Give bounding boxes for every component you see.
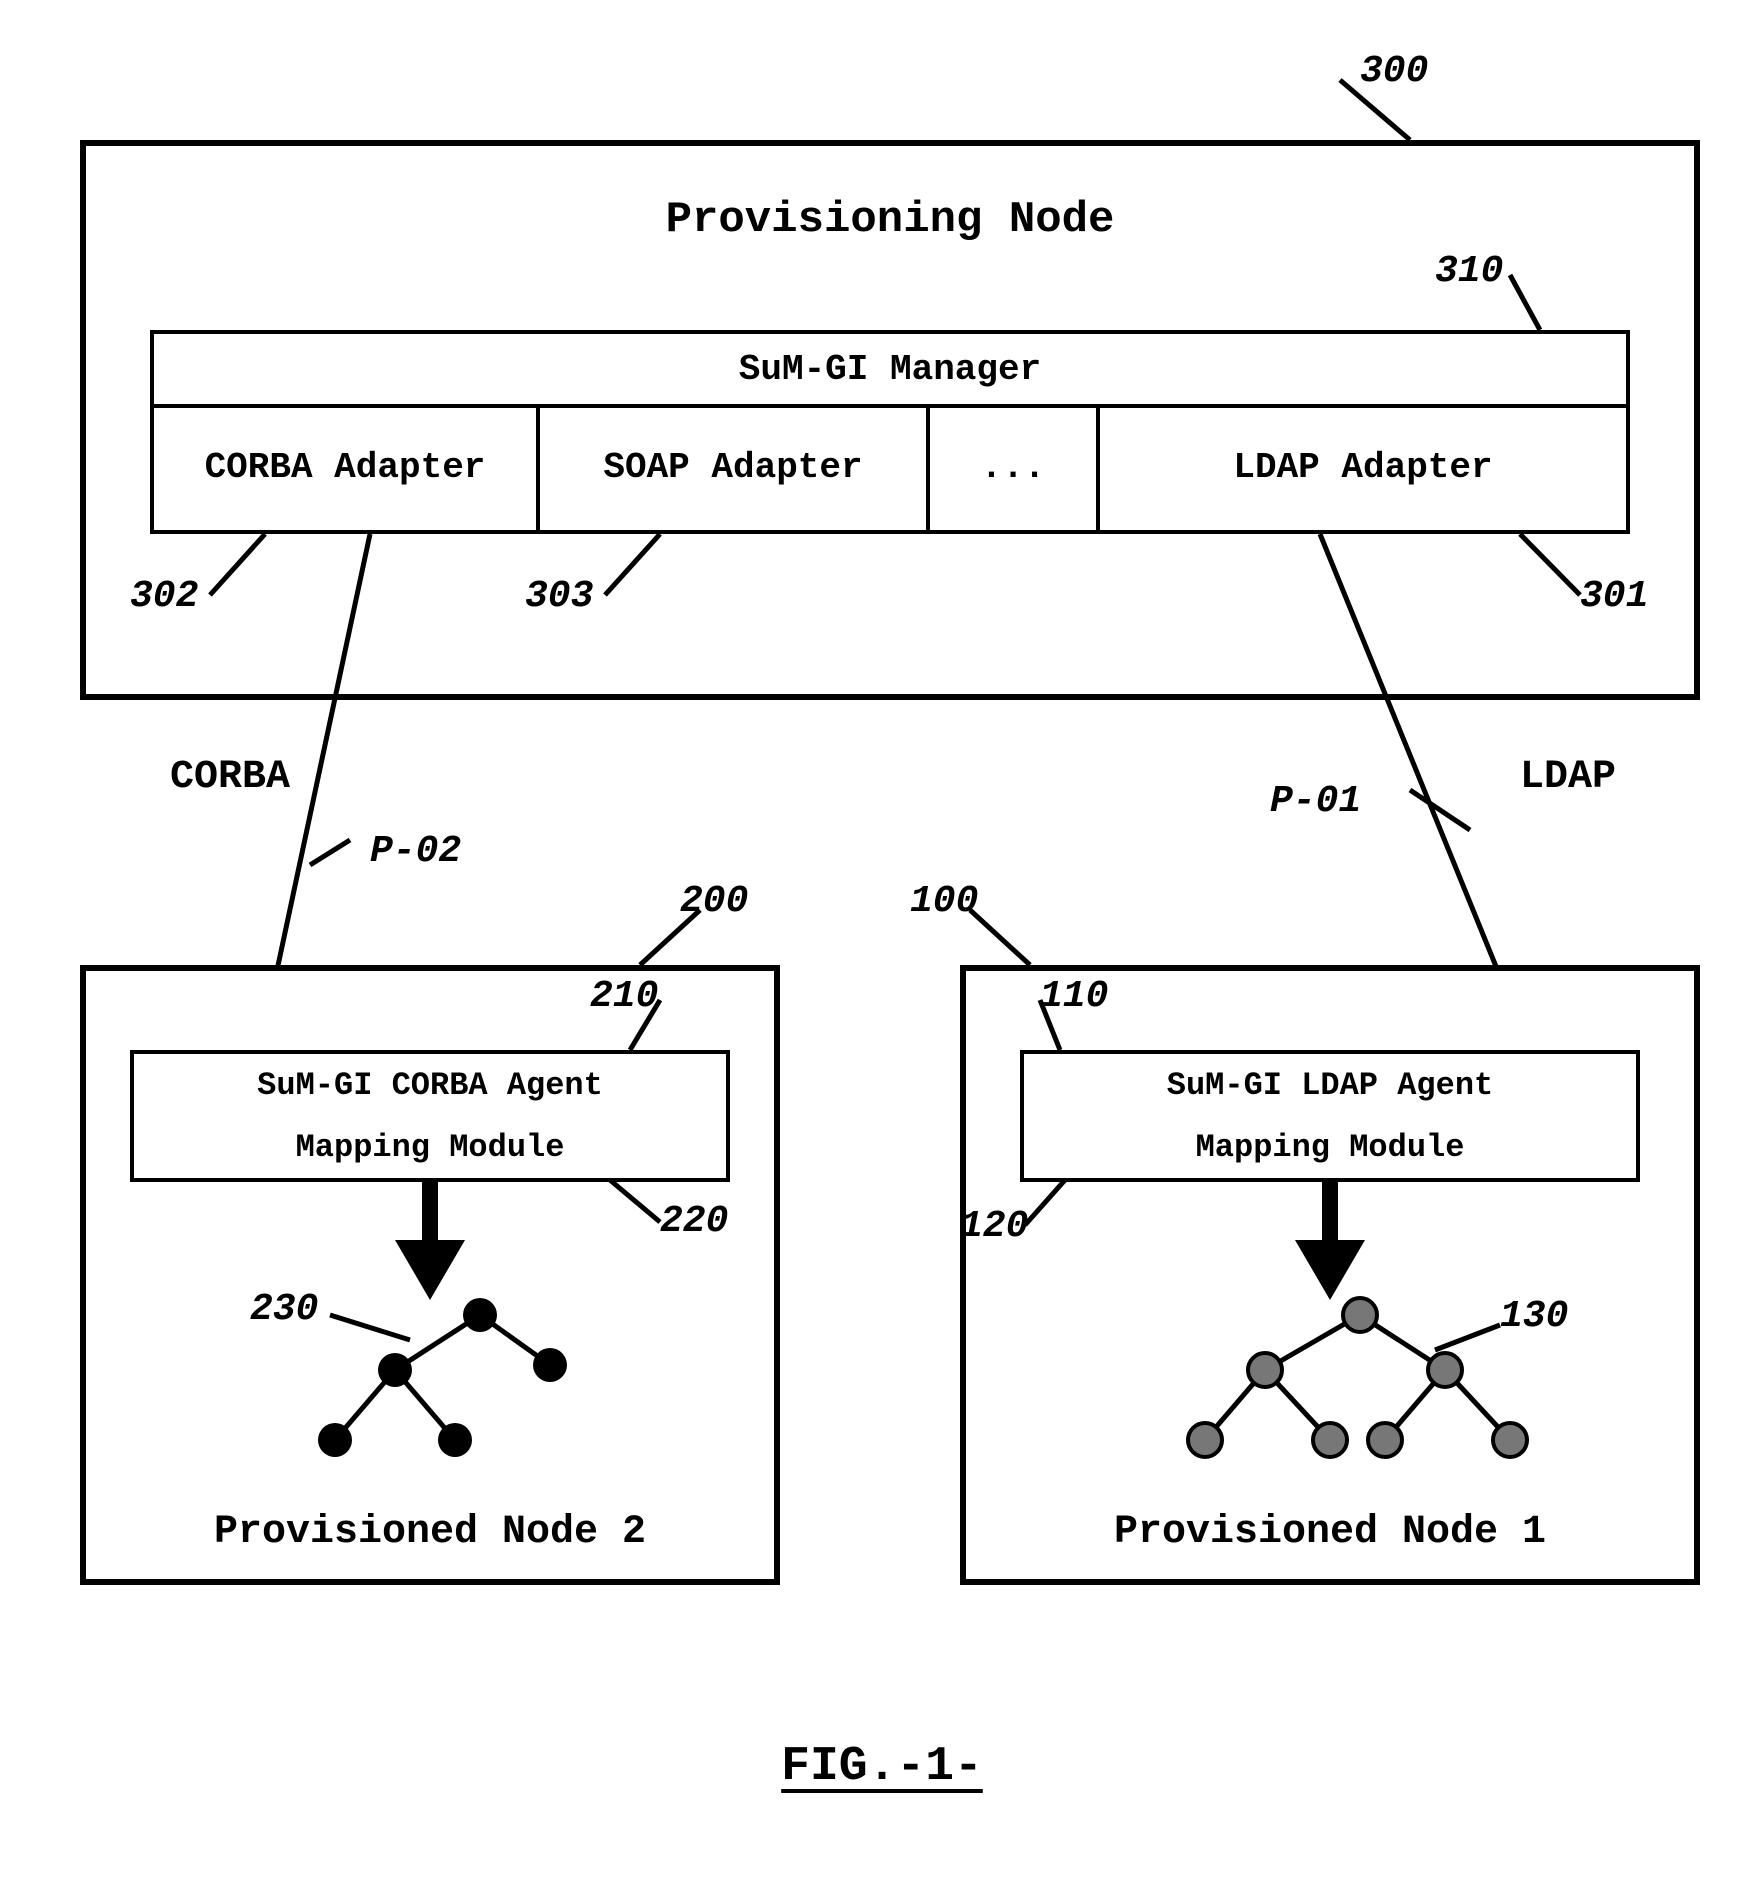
ref-130: 130 <box>1500 1295 1568 1338</box>
diagram-canvas: 300 Provisioning Node 310 SuM-GI Manager… <box>40 40 1724 1848</box>
leader-130 <box>40 40 1724 1848</box>
node1-title: Provisioned Node 1 <box>960 1510 1700 1555</box>
figure-label: FIG.-1- <box>732 1740 1032 1794</box>
